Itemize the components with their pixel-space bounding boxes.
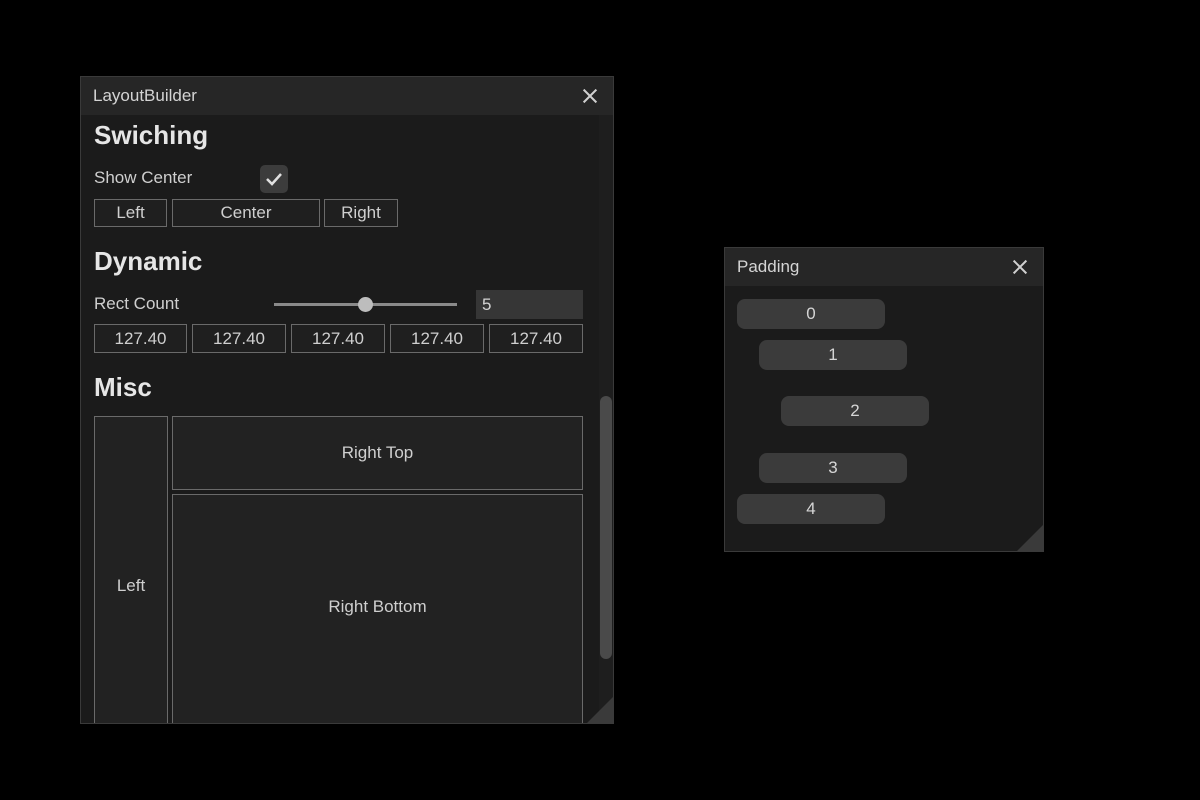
- check-icon: [266, 173, 282, 186]
- show-center-checkbox[interactable]: [260, 165, 288, 193]
- padding-item-0[interactable]: 0: [737, 299, 885, 329]
- padding-titlebar[interactable]: Padding: [725, 248, 1043, 286]
- misc-right-bottom-panel: Right Bottom: [172, 494, 583, 723]
- left-button[interactable]: Left: [94, 199, 167, 227]
- window-title: Padding: [737, 257, 800, 276]
- right-button[interactable]: Right: [324, 199, 398, 227]
- rect-value-5: 127.40: [489, 324, 583, 353]
- rect-count-input[interactable]: 5: [476, 290, 583, 319]
- rect-count-label: Rect Count: [94, 294, 180, 313]
- section-heading-switching: Swiching: [94, 120, 209, 150]
- layout-builder-content: Swiching Show Center Left Center Right D…: [81, 115, 613, 723]
- section-heading-misc: Misc: [94, 372, 152, 402]
- resize-grip[interactable]: [587, 697, 613, 723]
- misc-right-top-panel: Right Top: [172, 416, 583, 490]
- padding-item-4[interactable]: 4: [737, 494, 885, 524]
- misc-left-panel: Left: [94, 416, 168, 723]
- scrollbar-thumb[interactable]: [600, 396, 612, 659]
- rect-value-1: 127.40: [94, 324, 187, 353]
- section-heading-dynamic: Dynamic: [94, 246, 203, 276]
- layout-builder-titlebar[interactable]: LayoutBuilder: [81, 77, 613, 115]
- rect-value-3: 127.40: [291, 324, 385, 353]
- resize-grip[interactable]: [1017, 525, 1043, 551]
- show-center-label: Show Center: [94, 168, 193, 187]
- padding-item-3[interactable]: 3: [759, 453, 907, 483]
- padding-item-2[interactable]: 2: [781, 396, 929, 426]
- padding-window: Padding 0 1 2 3 4: [724, 247, 1044, 552]
- close-icon[interactable]: [579, 85, 601, 107]
- center-button[interactable]: Center: [172, 199, 320, 227]
- rect-count-slider-knob[interactable]: [358, 297, 373, 312]
- window-title: LayoutBuilder: [93, 86, 197, 105]
- rect-value-2: 127.40: [192, 324, 286, 353]
- rect-value-4: 127.40: [390, 324, 484, 353]
- close-icon[interactable]: [1009, 256, 1031, 278]
- padding-item-1[interactable]: 1: [759, 340, 907, 370]
- layout-builder-window: LayoutBuilder Swiching Show Center Left …: [80, 76, 614, 724]
